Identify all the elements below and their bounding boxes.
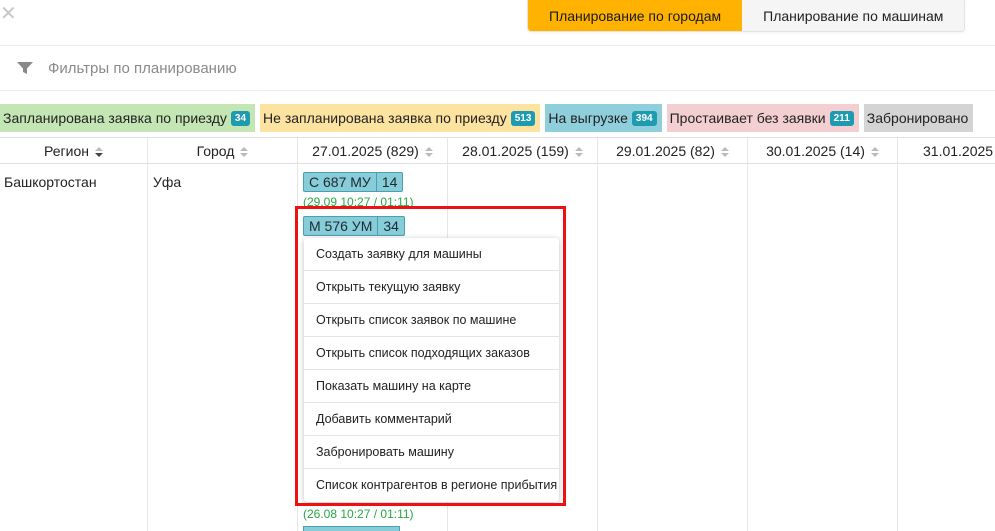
legend-label: Не запланирована заявка по приезду <box>263 110 507 126</box>
filter-icon <box>17 62 33 74</box>
car-days-count: 14 <box>375 173 403 191</box>
column-divider <box>897 164 898 531</box>
column-header-label: 28.01.2025 (159) <box>462 143 569 159</box>
close-icon[interactable]: ✕ <box>0 4 17 24</box>
sort-icon <box>574 146 583 158</box>
column-header-date-1[interactable]: 27.01.2025 (829) <box>298 138 448 164</box>
tab-planning-by-city[interactable]: Планирование по городам <box>528 0 743 31</box>
legend-label: Запланирована заявка по приезду <box>3 110 227 126</box>
legend-label: Забронировано <box>866 110 969 126</box>
sort-icon <box>870 146 879 158</box>
legend-item-planned[interactable]: Запланирована заявка по приезду 34 <box>0 104 256 132</box>
cell-city: Уфа <box>153 174 182 190</box>
legend-item-unloading[interactable]: На выгрузке 394 <box>545 104 662 132</box>
cell-region: Башкортостан <box>4 174 97 190</box>
legend-item-idle[interactable]: Простаивает без заявки 211 <box>666 104 859 132</box>
legend-count-badge: 513 <box>510 110 536 126</box>
sort-icon <box>240 146 249 158</box>
filters-label: Фильтры по планированию <box>48 59 237 77</box>
car-time-info: (26.08 10:27 / 01:11) <box>303 507 414 521</box>
column-header-date-2[interactable]: 28.01.2025 (159) <box>448 138 598 164</box>
column-header-city[interactable]: Город <box>148 138 298 164</box>
column-header-date-5[interactable]: 31.01.2025 <box>898 138 995 164</box>
column-header-label: Регион <box>44 143 89 159</box>
column-header-label: 30.01.2025 (14) <box>766 143 865 159</box>
column-header-label: 31.01.2025 <box>923 143 994 159</box>
column-header-label: Город <box>196 143 235 159</box>
sort-icon <box>424 146 433 158</box>
planning-mode-toggle: Планирование по городам Планирование по … <box>527 0 966 32</box>
legend-count-badge: 34 <box>230 110 251 126</box>
legend-label: На выгрузке <box>548 110 628 126</box>
legend-count-badge: 394 <box>631 110 657 126</box>
car-number: С 687 МУ <box>309 174 371 190</box>
highlight-annotation <box>295 206 566 506</box>
sort-icon <box>720 146 729 158</box>
tab-planning-by-car[interactable]: Планирование по машинам <box>742 0 965 31</box>
column-header-label: 27.01.2025 (829) <box>312 143 419 159</box>
status-legend: Запланирована заявка по приезду 34 Не за… <box>0 104 978 132</box>
legend-label: Простаивает без заявки <box>669 110 826 126</box>
legend-item-booked[interactable]: Забронировано <box>863 104 974 132</box>
sort-desc-icon <box>94 146 103 158</box>
column-header-label: 29.01.2025 (82) <box>616 143 715 159</box>
filters-bar[interactable]: Фильтры по планированию <box>0 45 995 91</box>
column-divider <box>147 164 148 531</box>
car-chip-partial[interactable] <box>303 526 400 531</box>
column-header-region[interactable]: Регион <box>0 138 148 164</box>
column-divider <box>747 164 748 531</box>
column-header-date-4[interactable]: 30.01.2025 (14) <box>748 138 898 164</box>
column-header-date-3[interactable]: 29.01.2025 (82) <box>598 138 748 164</box>
legend-item-not-planned[interactable]: Не запланирована заявка по приезду 513 <box>260 104 541 132</box>
table-header: Регион Город 27.01.2025 (829) 28.01.2025… <box>0 137 995 164</box>
column-divider <box>597 164 598 531</box>
car-chip[interactable]: С 687 МУ 14 <box>303 172 404 192</box>
planning-screen: ✕ Планирование по городам Планирование п… <box>0 0 995 531</box>
legend-count-badge: 211 <box>829 110 854 126</box>
